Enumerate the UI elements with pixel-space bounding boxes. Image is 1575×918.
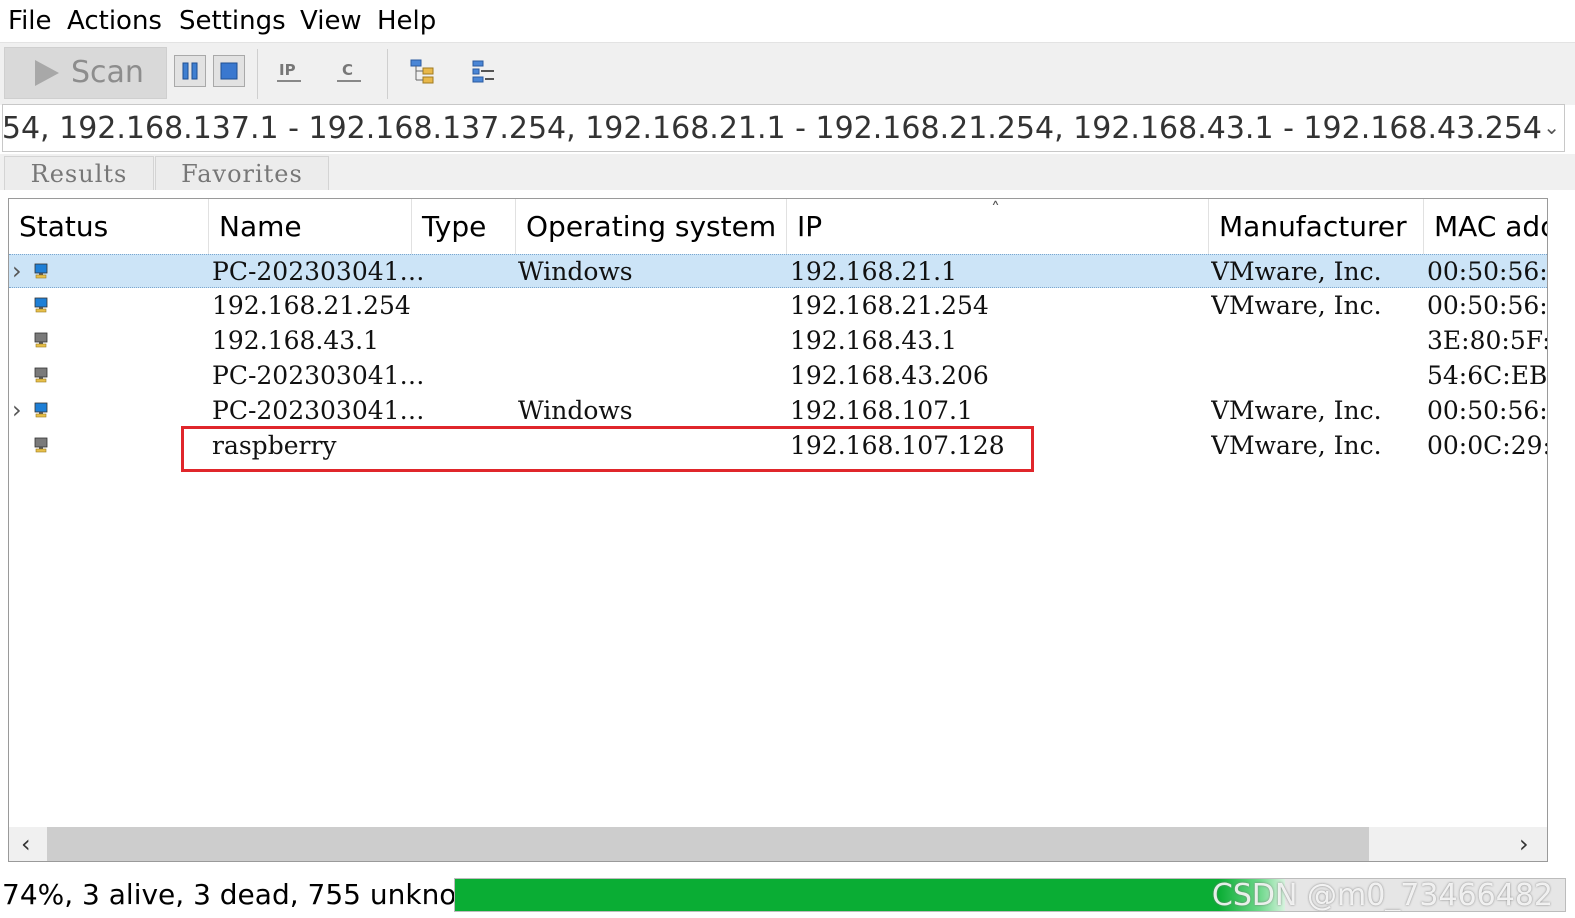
scan-button[interactable]: Scan xyxy=(4,47,167,99)
collapse-tree-icon xyxy=(472,60,494,83)
c-subnet-label: C xyxy=(342,61,353,79)
pause-icon xyxy=(174,55,206,87)
scan-status-text: 74%, 3 alive, 3 dead, 755 unknown xyxy=(2,878,498,911)
host-status-icon xyxy=(34,437,48,453)
scan-button-label: Scan xyxy=(71,55,144,90)
host-status-icon xyxy=(34,367,48,383)
menu-settings[interactable]: Settings xyxy=(179,4,286,38)
expand-tree-icon xyxy=(410,59,434,84)
sort-ascending-icon: ˄ xyxy=(991,199,1000,220)
ip-subnet-icon: IP xyxy=(277,61,301,82)
pause-button[interactable] xyxy=(174,55,206,87)
cell-mac: 00:0C:29: xyxy=(1427,431,1548,460)
scan-progress-bar: CSDN @m0_73466482 xyxy=(454,878,1566,912)
column-header-name[interactable]: Name xyxy=(209,199,412,254)
cell-manufacturer: VMware, Inc. xyxy=(1211,396,1382,425)
ip-subnet-button[interactable]: IP xyxy=(273,55,305,87)
table-row[interactable]: 192.168.21.254 192.168.21.254 VMware, Inc.… xyxy=(9,289,1548,323)
menu-file[interactable]: File xyxy=(8,4,52,38)
expand-tree-button[interactable] xyxy=(408,55,440,87)
horizontal-scrollbar[interactable]: ‹ › xyxy=(9,827,1547,861)
host-status-icon xyxy=(34,332,48,348)
chevron-down-icon[interactable]: ⌄ xyxy=(1543,115,1560,139)
cell-os: Windows xyxy=(518,257,633,286)
progress-fill xyxy=(455,879,1286,911)
toolbar-separator xyxy=(257,49,258,99)
watermark: CSDN @m0_73466482 xyxy=(1211,878,1553,912)
cell-manufacturer: VMware, Inc. xyxy=(1211,291,1382,320)
c-subnet-icon: C xyxy=(337,61,361,82)
cell-mac: 3E:80:5F: xyxy=(1427,326,1548,355)
c-subnet-button[interactable]: C xyxy=(333,55,365,87)
cell-ip: 192.168.43.206 xyxy=(790,361,989,390)
cell-mac: 00:50:56: xyxy=(1427,291,1548,320)
host-status-icon xyxy=(34,263,48,279)
cell-name: PC-202303041… xyxy=(212,361,425,390)
tab-results[interactable]: Results xyxy=(4,156,154,190)
results-table: Status Name Type Operating system IP Man… xyxy=(8,198,1548,862)
expand-arrow-icon[interactable]: › xyxy=(12,394,22,426)
scroll-right-arrow-icon[interactable]: › xyxy=(1519,829,1529,859)
host-status-icon xyxy=(34,297,48,313)
toolbar-separator xyxy=(387,49,388,99)
table-row[interactable]: 192.168.43.1 192.168.43.1 3E:80:5F: xyxy=(9,324,1548,358)
cell-mac: 54:6C:EB: xyxy=(1427,361,1548,390)
column-header-os[interactable]: Operating system xyxy=(516,199,787,254)
cell-name: 192.168.21.254 xyxy=(212,291,411,320)
cell-manufacturer: VMware, Inc. xyxy=(1211,257,1382,286)
menu-bar: File Actions Settings View Help xyxy=(0,0,1575,42)
play-icon xyxy=(35,60,59,86)
cell-ip: 192.168.107.1 xyxy=(790,396,973,425)
cell-name: PC-202303041… xyxy=(212,396,425,425)
tab-bar: Results Favorites xyxy=(0,154,1575,190)
menu-help[interactable]: Help xyxy=(377,4,436,38)
cell-name: 192.168.43.1 xyxy=(212,326,379,355)
status-bar: 74%, 3 alive, 3 dead, 755 unknown CSDN @… xyxy=(0,872,1575,918)
cell-name: PC-202303041… xyxy=(212,257,425,286)
table-row[interactable]: PC-202303041… 192.168.43.206 54:6C:EB: xyxy=(9,359,1548,393)
ip-subnet-label: IP xyxy=(279,61,296,79)
cell-mac: 00:50:56: xyxy=(1427,257,1548,286)
ip-range-field[interactable]: 68.107.254, 192.168.137.1 - 192.168.137.… xyxy=(2,104,1565,152)
column-header-type[interactable]: Type xyxy=(412,199,516,254)
expand-arrow-icon[interactable]: › xyxy=(12,255,22,287)
cell-mac: 00:50:56: xyxy=(1427,396,1548,425)
tab-favorites[interactable]: Favorites xyxy=(155,156,329,190)
stop-button[interactable] xyxy=(213,55,245,87)
cell-os: Windows xyxy=(518,396,633,425)
cell-ip: 192.168.21.1 xyxy=(790,257,957,286)
column-header-status[interactable]: Status xyxy=(9,199,209,254)
highlight-annotation-box xyxy=(181,426,1034,472)
table-row[interactable]: › PC-202303041… Windows 192.168.107.1 VMware… xyxy=(9,394,1548,428)
cell-manufacturer: VMware, Inc. xyxy=(1211,431,1382,460)
table-row[interactable]: › PC-202303041… Windows 192.168.21.1 VMware,… xyxy=(9,254,1548,288)
scrollbar-thumb[interactable] xyxy=(47,827,1369,861)
scroll-left-arrow-icon[interactable]: ‹ xyxy=(21,829,31,859)
toolbar: Scan IP C xyxy=(0,42,1575,105)
collapse-tree-button[interactable] xyxy=(468,55,500,87)
menu-view[interactable]: View xyxy=(300,4,362,38)
ip-range-value[interactable]: 68.107.254, 192.168.137.1 - 192.168.137.… xyxy=(3,109,1542,149)
column-header-mac[interactable]: MAC adc xyxy=(1424,199,1547,254)
cell-ip: 192.168.21.254 xyxy=(790,291,989,320)
host-status-icon xyxy=(34,402,48,418)
table-header: Status Name Type Operating system IP Man… xyxy=(9,199,1547,254)
stop-icon xyxy=(213,55,245,87)
column-header-manufacturer[interactable]: Manufacturer xyxy=(1209,199,1424,254)
menu-actions[interactable]: Actions xyxy=(67,4,162,38)
cell-ip: 192.168.43.1 xyxy=(790,326,957,355)
